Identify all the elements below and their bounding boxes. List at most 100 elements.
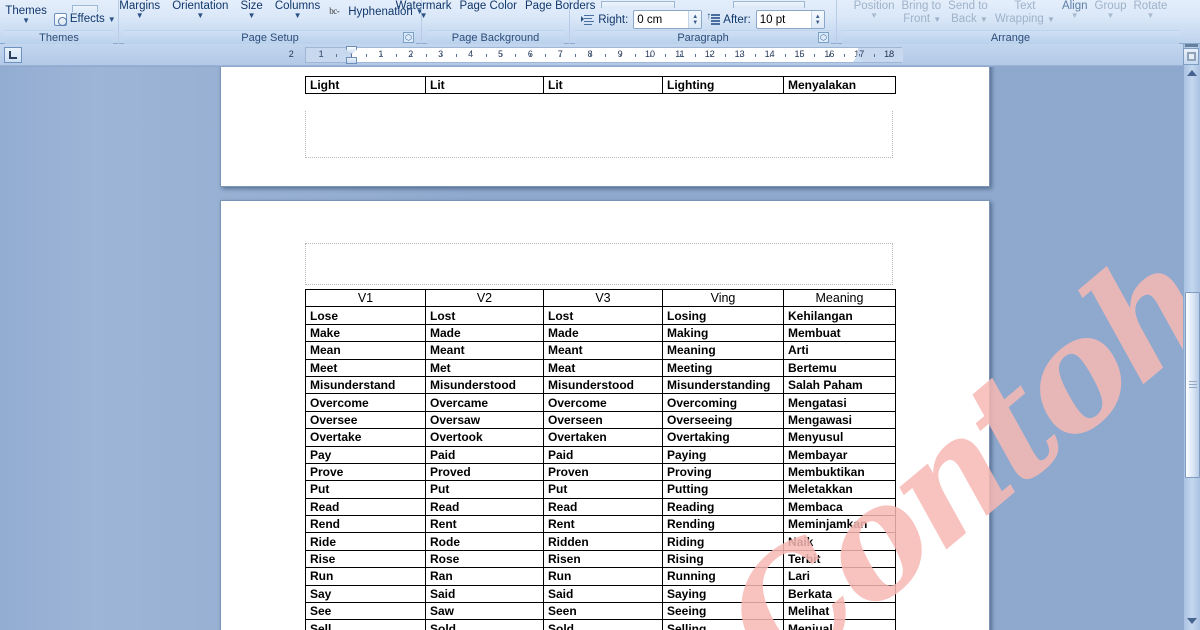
table-cell[interactable]: Selling [662,619,784,630]
table-cell[interactable]: Run [543,567,663,586]
page-setup-dialog-launcher[interactable]: ⬡ [403,32,414,43]
table-cell[interactable]: Meletakkan [783,480,896,499]
table-cell[interactable]: Kehilangan [783,306,896,325]
table-cell[interactable]: Overtake [305,428,426,447]
table-header-row[interactable]: V1 V2 V3 Ving Meaning [305,288,896,308]
table-cell[interactable]: Overcome [543,393,663,412]
table-cell[interactable]: Put [543,480,663,499]
table-cell[interactable]: Risen [543,549,663,569]
scrollbar-thumb[interactable] [1185,292,1200,478]
table-row[interactable]: Make Made Made Making Membuat [305,323,896,343]
table-cell[interactable]: Paid [543,445,663,464]
table-row[interactable]: Misunderstand Misunderstood Misunderstood M… [305,375,896,395]
table-cell[interactable]: Menyusul [783,428,896,447]
table-cell[interactable]: Membuat [783,323,896,343]
table-cell[interactable]: Mengawasi [783,410,896,430]
indent-right-spinner[interactable]: ▲▼ [633,10,703,29]
table-cell[interactable]: Rending [662,515,784,534]
table-row[interactable]: Put Put Put Putting Meletakkan [305,480,896,499]
right-indent-marker[interactable] [853,54,863,62]
table-cell[interactable]: Rode [425,532,544,551]
table-cell[interactable]: Overseen [543,410,663,430]
table-cell[interactable]: Meet [305,358,426,377]
table-cell[interactable]: Saw [425,602,544,621]
table-cell[interactable]: Seen [543,602,663,621]
table-cell[interactable]: Overcame [425,393,544,412]
spacing-after-spin-buttons[interactable]: ▲ ▼ [810,11,824,28]
table-row[interactable]: Overtake Overtook Overtaken Overtaking Menyu… [305,428,896,447]
table-row[interactable]: Mean Meant Meant Meaning Arti [305,341,896,360]
spacing-after-input[interactable] [756,11,811,28]
table-header-cell[interactable]: Ving [662,288,784,308]
table-cell[interactable]: Meeting [662,358,784,377]
table-cell[interactable]: Said [425,584,544,604]
table-cell[interactable]: Naik [783,532,896,551]
table-cell[interactable]: Membuktikan [783,462,896,482]
table-row[interactable]: Oversee Oversaw Overseen Overseeing Mengawas… [305,410,896,430]
table-row[interactable]: Rend Rent Rent Rending Meminjamkan [305,515,896,534]
table-cell[interactable]: Lost [425,306,544,325]
table-cell[interactable]: Meminjamkan [783,515,896,534]
table-cell[interactable]: Sell [305,619,426,630]
table-cell[interactable]: Making [662,323,784,343]
table-cell[interactable]: Oversaw [425,410,544,430]
table-cell[interactable]: Rent [543,515,663,534]
table-cell[interactable]: Misunderstand [305,375,426,395]
table-cell[interactable]: Paying [662,445,784,464]
table-row[interactable]: Sell Sold Sold Selling Menjual [305,619,896,630]
table-cell[interactable]: Paid [425,445,544,464]
table-cell[interactable]: Lari [783,567,896,586]
send-to-back-button[interactable]: Send to Back ▼ [945,0,991,26]
table-cell[interactable]: Rose [425,549,544,569]
table-cell[interactable]: Proven [543,462,663,482]
theme-colors-button-cropped[interactable] [71,4,98,12]
table-cell[interactable]: Lose [305,306,426,325]
table-cell[interactable]: Arti [783,341,896,360]
size-button[interactable]: Size ▼ [237,0,265,20]
table-cell[interactable]: Meant [425,341,544,360]
table-cell[interactable]: Light [305,75,426,95]
orientation-button[interactable]: Orientation ▼ [169,0,231,20]
irregular-verbs-table-page2[interactable]: V1 V2 V3 Ving Meaning Lose Lost Lost Losing Kehil… [305,288,896,630]
table-row[interactable]: Lose Lost Lost Losing Kehilangan [305,306,896,325]
themes-button[interactable]: Themes ▼ [2,5,50,25]
indent-right-spin-buttons[interactable]: ▲ ▼ [688,11,702,28]
table-cell[interactable]: Oversee [305,410,426,430]
table-cell[interactable]: Ran [425,567,544,586]
table-cell[interactable]: Made [425,323,544,343]
table-cell[interactable]: Proved [425,462,544,482]
vertical-scrollbar[interactable] [1183,44,1200,630]
table-row[interactable]: See Saw Seen Seeing Melihat [305,602,896,621]
table-cell[interactable]: Salah Paham [783,375,896,395]
table-row[interactable]: Overcome Overcame Overcome Overcoming Mengat… [305,393,896,412]
table-cell[interactable]: Said [543,584,663,604]
table-cell[interactable]: Menjual [783,619,896,630]
table-cell[interactable]: Lighting [662,75,784,95]
document-workspace[interactable]: Light Lit Lit Lighting Menyalakan V1 V2 V3 Ving… [0,67,1200,630]
table-cell[interactable]: Meant [543,341,663,360]
table-row[interactable]: Say Said Said Saying Berkata [305,584,896,604]
irregular-verbs-table-page1[interactable]: Light Lit Lit Lighting Menyalakan [305,75,896,95]
table-cell[interactable]: Mean [305,341,426,360]
table-row[interactable]: Rise Rose Risen Rising Terbit [305,549,896,569]
table-cell[interactable]: Rend [305,515,426,534]
table-cell[interactable]: Ridden [543,532,663,551]
table-cell[interactable]: Reading [662,497,784,517]
table-row[interactable]: Light Lit Lit Lighting Menyalakan [305,75,896,95]
table-cell[interactable]: See [305,602,426,621]
table-cell[interactable]: Mengatasi [783,393,896,412]
table-cell[interactable]: Bertemu [783,358,896,377]
rotate-button[interactable]: Rotate ▼ [1131,0,1171,20]
table-cell[interactable]: Read [543,497,663,517]
table-cell[interactable]: Lit [425,75,544,95]
indent-left-field-cropped[interactable] [601,1,675,8]
table-row[interactable]: Meet Met Meat Meeting Bertemu [305,358,896,377]
table-cell[interactable]: Overcoming [662,393,784,412]
table-cell[interactable]: Make [305,323,426,343]
tab-stop-selector[interactable] [4,47,22,63]
table-cell[interactable]: Overcome [305,393,426,412]
table-cell[interactable]: Put [305,480,426,499]
table-cell[interactable]: Made [543,323,663,343]
page-color-button[interactable]: Page Color [456,0,520,12]
table-cell[interactable]: Overtaken [543,428,663,447]
